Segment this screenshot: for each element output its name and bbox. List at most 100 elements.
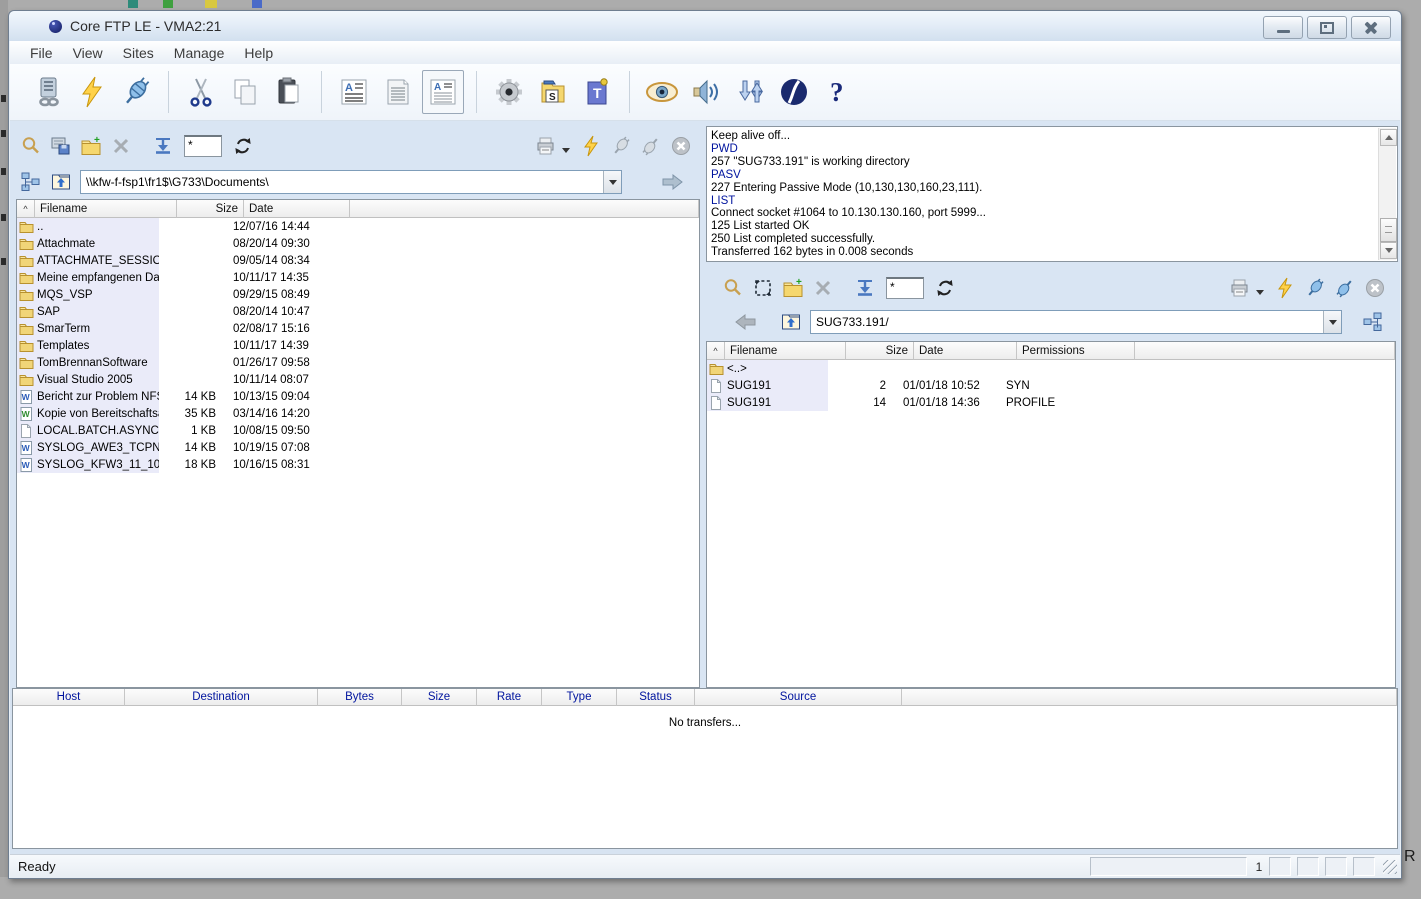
tree-view-button[interactable] xyxy=(16,169,46,195)
remote-disconnect-button[interactable] xyxy=(1330,275,1360,301)
table-row[interactable]: ATTACHMATE_SESSION...09/05/14 08:34 xyxy=(17,252,699,269)
help-button[interactable]: ? xyxy=(818,71,858,113)
local-path-combo[interactable]: \\kfw-f-fsp1\fr1$\G733\Documents\ xyxy=(80,170,622,194)
remote-quick-connect-button[interactable] xyxy=(1270,275,1300,301)
printer-dropdown-caret[interactable] xyxy=(562,148,570,153)
table-row[interactable]: TomBrennanSoftware01/26/17 09:58 xyxy=(17,354,699,371)
scrollbar-thumb[interactable] xyxy=(1380,218,1397,242)
remote-up-directory-button[interactable] xyxy=(776,309,806,335)
table-row[interactable]: WBericht zur Problem NFS_1...14 KB10/13/… xyxy=(17,388,699,405)
remote-queue-transfer-button[interactable] xyxy=(850,275,880,301)
log-scrollbar[interactable] xyxy=(1378,128,1396,260)
local-path-dropdown-button[interactable] xyxy=(603,171,621,193)
queue-column-rate[interactable]: Rate xyxy=(477,689,542,706)
local-filter-input[interactable]: * xyxy=(184,135,222,157)
titlebar[interactable]: Core FTP LE - VMA2:21 xyxy=(9,11,1401,41)
table-row[interactable]: LOCAL.BATCH.ASYNCH....1 KB10/08/15 09:50 xyxy=(17,422,699,439)
sort-header[interactable]: ^ xyxy=(17,200,35,218)
resize-grip[interactable] xyxy=(1383,860,1397,874)
column-header-date[interactable]: Date xyxy=(244,200,350,218)
scroll-down-button[interactable] xyxy=(1380,242,1397,259)
templates-button[interactable]: T xyxy=(577,71,617,113)
local-up-directory-button[interactable] xyxy=(46,169,76,195)
remote-path-value[interactable]: SUG733.191/ xyxy=(811,315,1323,329)
remote-print-queue-button[interactable] xyxy=(1226,275,1256,301)
remote-search-button[interactable] xyxy=(718,275,748,301)
queue-column-source[interactable]: Source xyxy=(695,689,902,706)
menu-item-sites[interactable]: Sites xyxy=(113,43,164,63)
table-row[interactable]: Visual Studio 200510/11/14 08:07 xyxy=(17,371,699,388)
new-folder-button[interactable]: + xyxy=(76,133,106,159)
remote-filter-input[interactable]: * xyxy=(886,277,924,299)
delete-button[interactable] xyxy=(106,133,136,159)
remote-connect-button[interactable] xyxy=(1300,275,1330,301)
table-row[interactable]: SAP08/20/14 10:47 xyxy=(17,303,699,320)
print-queue-button[interactable] xyxy=(532,133,562,159)
local-stop-button[interactable] xyxy=(666,133,696,159)
table-row[interactable]: SmarTerm02/08/17 15:16 xyxy=(17,320,699,337)
queue-column-type[interactable]: Type xyxy=(542,689,617,706)
settings-button[interactable] xyxy=(489,71,529,113)
queue-transfer-button[interactable] xyxy=(148,133,178,159)
column-header-date[interactable]: Date xyxy=(914,342,1017,360)
remote-file-list[interactable]: ^FilenameSizeDatePermissions <..>SUG1912… xyxy=(706,341,1396,688)
table-row[interactable]: SUG191201/01/18 10:52SYN xyxy=(707,377,1395,394)
quick-connect-button[interactable] xyxy=(72,71,112,113)
table-row[interactable]: <..> xyxy=(707,360,1395,377)
queue-column-bytes[interactable]: Bytes xyxy=(318,689,402,706)
table-row[interactable]: WKopie von Bereitschaftsanf...35 KB03/14… xyxy=(17,405,699,422)
remote-stop-button[interactable] xyxy=(1360,275,1390,301)
table-row[interactable]: MQS_VSP09/29/15 08:49 xyxy=(17,286,699,303)
menu-item-file[interactable]: File xyxy=(20,43,63,63)
local-file-list[interactable]: ^FilenameSizeDate ..12/07/16 14:44Attach… xyxy=(16,199,700,688)
view-raw-button[interactable] xyxy=(378,71,418,113)
cut-button[interactable] xyxy=(181,71,221,113)
core-logo-button[interactable] xyxy=(774,71,814,113)
remote-back-button[interactable] xyxy=(730,309,760,335)
remote-path-dropdown-button[interactable] xyxy=(1323,311,1341,333)
remote-select-button[interactable] xyxy=(748,275,778,301)
column-header-size[interactable]: Size xyxy=(177,200,244,218)
remote-new-folder-button[interactable]: + xyxy=(778,275,808,301)
local-go-button[interactable] xyxy=(658,169,688,195)
queue-column-host[interactable]: Host xyxy=(13,689,125,706)
close-button[interactable] xyxy=(1351,16,1391,39)
view-options-button[interactable] xyxy=(642,71,682,113)
transfers-button[interactable] xyxy=(730,71,770,113)
local-quick-connect-button[interactable] xyxy=(576,133,606,159)
table-row[interactable]: Attachmate08/20/14 09:30 xyxy=(17,235,699,252)
local-path-value[interactable]: \\kfw-f-fsp1\fr1$\G733\Documents\ xyxy=(81,175,603,189)
paste-button[interactable] xyxy=(269,71,309,113)
table-row[interactable]: SUG1911401/01/18 14:36PROFILE xyxy=(707,394,1395,411)
column-header-filename[interactable]: Filename xyxy=(35,200,177,218)
queue-column-status[interactable]: Status xyxy=(617,689,695,706)
table-row[interactable]: ..12/07/16 14:44 xyxy=(17,218,699,235)
remote-path-combo[interactable]: SUG733.191/ xyxy=(810,310,1342,334)
scroll-up-button[interactable] xyxy=(1380,129,1397,146)
view-combined-button[interactable]: A xyxy=(422,70,464,114)
maximize-button[interactable] xyxy=(1307,16,1347,39)
menu-item-manage[interactable]: Manage xyxy=(164,43,235,63)
view-files-button[interactable] xyxy=(46,133,76,159)
remote-tree-view-button[interactable] xyxy=(1358,309,1388,335)
local-disconnect-button[interactable] xyxy=(636,133,666,159)
column-header-permissions[interactable]: Permissions xyxy=(1017,342,1135,360)
printer-dropdown-caret[interactable] xyxy=(1256,290,1264,295)
queue-column-destination[interactable]: Destination xyxy=(125,689,318,706)
copy-button[interactable] xyxy=(225,71,265,113)
sort-header[interactable]: ^ xyxy=(707,342,725,360)
transfer-queue[interactable]: HostDestinationBytesSizeRateTypeStatusSo… xyxy=(12,688,1398,849)
table-row[interactable]: Meine empfangenen Datei...10/11/17 14:35 xyxy=(17,269,699,286)
remote-refresh-button[interactable] xyxy=(930,275,960,301)
menu-item-help[interactable]: Help xyxy=(234,43,283,63)
search-button[interactable] xyxy=(16,133,46,159)
column-header-filename[interactable]: Filename xyxy=(725,342,846,360)
local-connect-button[interactable] xyxy=(606,133,636,159)
disconnect-button[interactable] xyxy=(116,71,156,113)
site-manager-button[interactable] xyxy=(28,71,68,113)
menu-item-view[interactable]: View xyxy=(63,43,113,63)
table-row[interactable]: WSYSLOG_KFW3_11_10_2...18 KB10/16/15 08:… xyxy=(17,456,699,473)
remote-delete-button[interactable] xyxy=(808,275,838,301)
table-row[interactable]: Templates10/11/17 14:39 xyxy=(17,337,699,354)
table-row[interactable]: WSYSLOG_AWE3_TCPNFS...14 KB10/19/15 07:0… xyxy=(17,439,699,456)
